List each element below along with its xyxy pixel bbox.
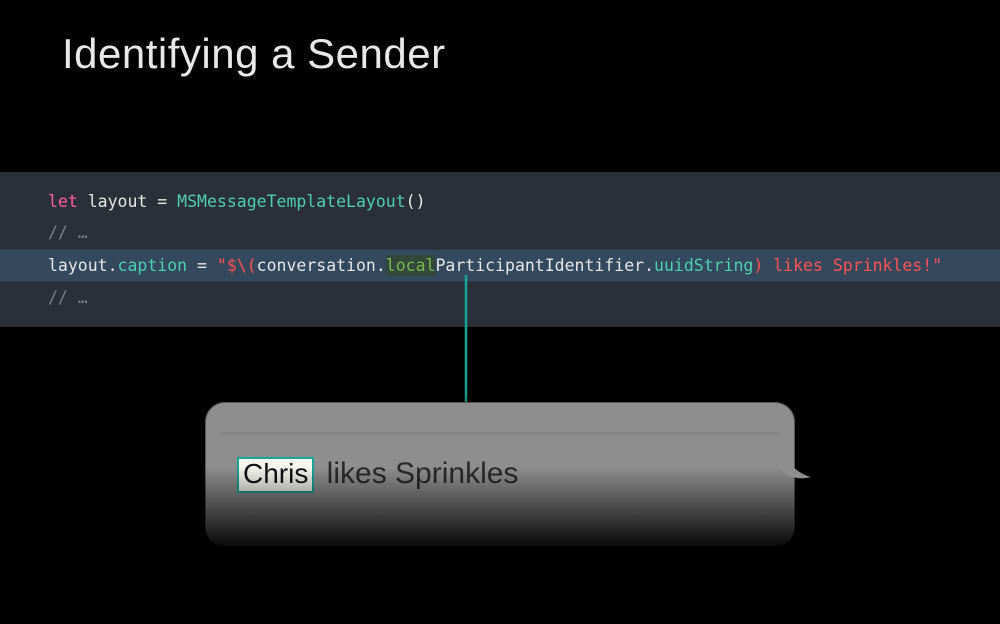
bubble-tail-icon [783, 455, 813, 485]
code-line-1: let layout = MSMessageTemplateLayout() [0, 186, 1000, 217]
code-lhs: layout. [48, 256, 118, 275]
bubble-caption: Chris likes Sprinkles [237, 457, 518, 493]
sender-name-chip: Chris [237, 457, 314, 493]
code-line-2: // … [0, 217, 1000, 248]
code-line-3-highlighted: layout.caption = "$\(conversation.localP… [0, 249, 1000, 282]
code-highlight-local: local [386, 255, 436, 276]
code-expr-conversation: conversation. [257, 256, 386, 275]
code-comment: // … [48, 223, 88, 242]
code-dot: . [644, 256, 654, 275]
code-paren-close: ) [753, 256, 763, 275]
code-assign: = [187, 256, 217, 275]
message-bubble: Chris likes Sprinkles [205, 402, 795, 547]
code-var-layout: layout [78, 192, 157, 211]
code-call: () [406, 192, 426, 211]
code-comment-2: // … [48, 288, 88, 307]
code-prop-caption: caption [118, 256, 188, 275]
code-prop-uuid: uuidString [654, 256, 753, 275]
code-line-4: // … [0, 282, 1000, 313]
code-type: MSMessageTemplateLayout [177, 192, 405, 211]
bubble-rest-text: likes Sprinkles [318, 457, 518, 490]
code-expr-participant: ParticipantIdentifier [435, 256, 644, 275]
code-panel: let layout = MSMessageTemplateLayout() /… [0, 172, 1000, 327]
code-keyword-let: let [48, 192, 78, 211]
code-equals: = [157, 192, 177, 211]
slide-title: Identifying a Sender [62, 30, 446, 78]
code-string-tail: likes Sprinkles!" [763, 256, 942, 275]
code-string-open: "$\( [217, 256, 257, 275]
